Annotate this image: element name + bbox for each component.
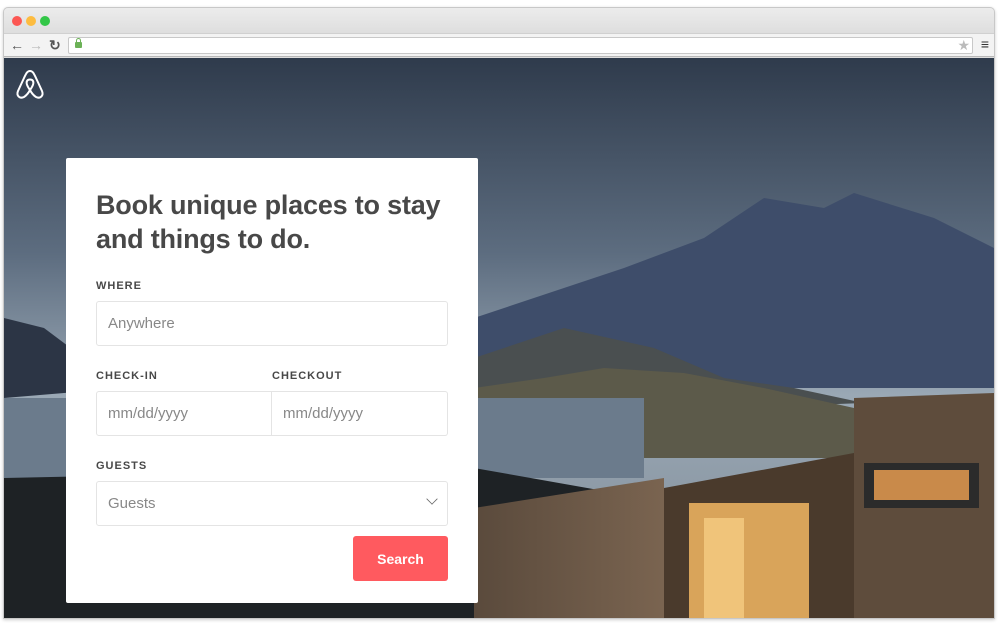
- bookmark-star-icon[interactable]: ★: [957, 37, 970, 54]
- where-label: WHERE: [96, 280, 142, 292]
- close-window-button[interactable]: [12, 16, 22, 26]
- checkout-label: CHECKOUT: [272, 370, 343, 382]
- guests-label: GUESTS: [96, 460, 148, 472]
- browser-toolbar: ← → ↻ ★ ≡: [4, 33, 994, 57]
- reload-icon[interactable]: ↻: [49, 37, 61, 54]
- minimize-window-button[interactable]: [26, 16, 36, 26]
- checkin-label: CHECK-IN: [96, 370, 158, 382]
- forward-icon[interactable]: →: [29, 37, 43, 53]
- where-input[interactable]: Anywhere: [96, 301, 448, 346]
- back-icon[interactable]: ←: [10, 37, 24, 53]
- booking-card: Book unique places to stay and things to…: [66, 158, 478, 603]
- lock-icon: [75, 38, 82, 48]
- menu-icon[interactable]: ≡: [981, 36, 989, 52]
- guests-value: Guests: [108, 495, 156, 512]
- checkin-input[interactable]: mm/dd/yyyy: [96, 391, 272, 436]
- title-bar: [4, 8, 994, 33]
- maximize-window-button[interactable]: [40, 16, 50, 26]
- airbnb-logo-icon[interactable]: [15, 68, 45, 100]
- page-title: Book unique places to stay and things to…: [96, 190, 441, 254]
- address-bar[interactable]: ★: [68, 37, 973, 54]
- guests-select[interactable]: Guests: [96, 481, 448, 526]
- page-content: Book unique places to stay and things to…: [4, 58, 994, 618]
- checkout-input[interactable]: mm/dd/yyyy: [272, 391, 448, 436]
- search-button[interactable]: Search: [353, 536, 448, 581]
- chevron-down-icon: [426, 493, 438, 505]
- browser-window: ← → ↻ ★ ≡ Book unique places to stay and…: [3, 7, 995, 619]
